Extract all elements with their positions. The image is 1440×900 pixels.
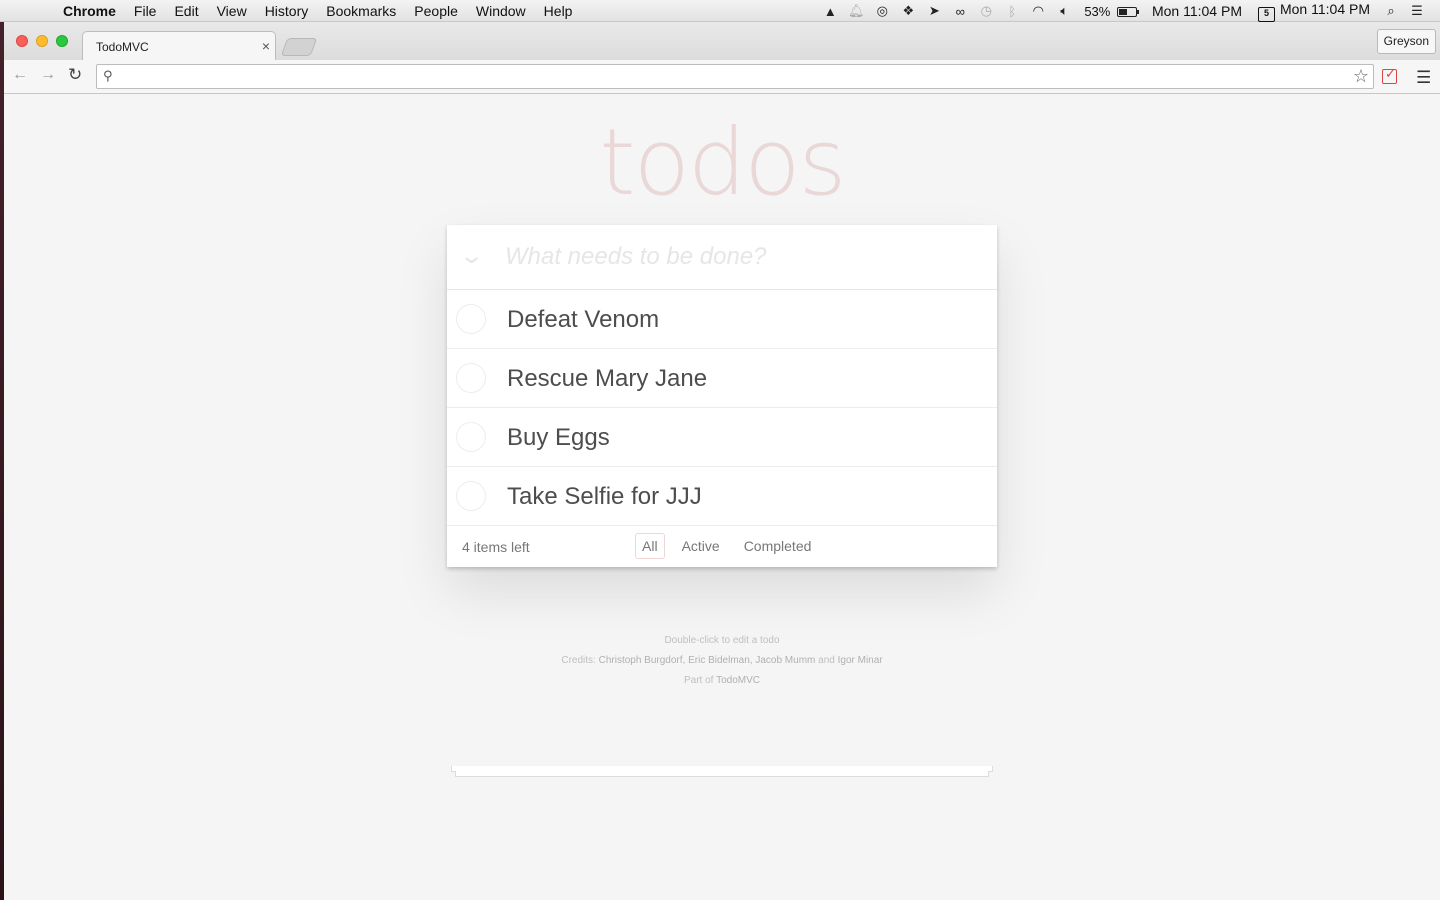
address-input[interactable]: [123, 67, 1343, 86]
todo-checkbox[interactable]: [456, 363, 486, 393]
airmail-icon[interactable]: ➤: [921, 3, 947, 19]
menu-edit[interactable]: Edit: [165, 3, 207, 19]
todo-list: Defeat Venom Rescue Mary Jane Buy Eggs T…: [447, 290, 997, 526]
items-left-count: 4 items left: [462, 539, 530, 555]
todo-checkbox[interactable]: [456, 304, 486, 334]
battery-status[interactable]: 53%: [1077, 4, 1144, 19]
paper-stack-layer: [455, 771, 989, 777]
credits-prefix: Credits:: [561, 655, 596, 666]
battery-icon: [1116, 6, 1139, 17]
menu-window[interactable]: Window: [467, 3, 535, 19]
todo-header: ⌄: [447, 225, 997, 290]
menu-clock-left[interactable]: Mon 11:04 PM: [1144, 3, 1250, 19]
info-footer: Double-click to edit a todo Credits: Chr…: [4, 631, 1440, 691]
todomvc-link[interactable]: TodoMVC: [716, 675, 760, 686]
todo-checkbox[interactable]: [456, 422, 486, 452]
chrome-menu-icon[interactable]: ☰: [1416, 68, 1431, 88]
bookmark-star-icon[interactable]: ☆: [1353, 66, 1369, 87]
filter-tabs: All Active Completed: [630, 533, 823, 559]
todo-label[interactable]: Buy Eggs: [507, 424, 610, 452]
menu-view[interactable]: View: [208, 3, 256, 19]
profile-button[interactable]: Greyson: [1376, 29, 1436, 54]
calendar-icon: 5: [1257, 6, 1275, 22]
todo-item[interactable]: Take Selfie for JJJ: [447, 467, 997, 526]
todo-item[interactable]: Rescue Mary Jane: [447, 349, 997, 408]
todo-footer: 4 items left All Active Completed: [447, 526, 997, 567]
todo-label[interactable]: Take Selfie for JJJ: [507, 483, 702, 511]
app-title: todos: [599, 109, 847, 216]
time-machine-icon[interactable]: ◷: [973, 3, 999, 19]
google-drive-icon[interactable]: ▲: [817, 4, 843, 19]
glasses-icon[interactable]: ∞: [947, 4, 973, 19]
edit-hint: Double-click to edit a todo: [664, 635, 780, 646]
window-minimize-button[interactable]: [36, 35, 48, 47]
todo-label[interactable]: Rescue Mary Jane: [507, 365, 707, 393]
todo-checkbox[interactable]: [456, 481, 486, 511]
omnibox-search-icon: ⚲: [103, 68, 113, 83]
credits-last-link[interactable]: Igor Minar: [838, 655, 883, 666]
menu-history[interactable]: History: [256, 3, 318, 19]
filter-active[interactable]: Active: [675, 533, 727, 559]
browser-tab-strip: TodoMVC × Greyson: [4, 22, 1440, 60]
menu-help[interactable]: Help: [535, 3, 582, 19]
address-bar[interactable]: ⚲ ☆: [96, 64, 1374, 89]
spotlight-search-icon[interactable]: ⌕: [1378, 3, 1404, 19]
creative-cloud-icon[interactable]: ◎: [869, 3, 895, 19]
browser-toolbar: ← → ↻ ⚲ ☆ ☰: [4, 60, 1440, 94]
credits-line: Credits: Christoph Burgdorf, Eric Bidelm…: [4, 651, 1440, 671]
todo-app: ⌄ Defeat Venom Rescue Mary Jane Buy Eggs: [447, 225, 997, 567]
todoist-extension-icon[interactable]: [1382, 66, 1397, 84]
battery-fill: [1118, 8, 1127, 15]
filter-all[interactable]: All: [635, 533, 665, 559]
tab-close-icon[interactable]: ×: [262, 38, 270, 54]
part-of-line: Part of TodoMVC: [4, 671, 1440, 691]
menu-clock-right[interactable]: 5 Mon 11:04 PM: [1250, 1, 1378, 22]
battery-percent: 53%: [1084, 3, 1111, 19]
menu-clock-right-text: Mon 11:04 PM: [1279, 0, 1370, 17]
dropbox-icon[interactable]: ❖: [895, 3, 921, 19]
notification-center-icon[interactable]: ☰: [1404, 3, 1430, 19]
credits-names-link[interactable]: Christoph Burgdorf, Eric Bidelman, Jacob…: [599, 655, 816, 666]
window-maximize-button[interactable]: [56, 35, 68, 47]
todo-item[interactable]: Buy Eggs: [447, 408, 997, 467]
new-tab-button[interactable]: [280, 38, 318, 56]
macos-menu-bar: Chrome File Edit View History Bookmarks …: [0, 0, 1440, 22]
part-of-prefix: Part of: [684, 675, 714, 686]
filter-completed[interactable]: Completed: [737, 533, 819, 559]
tab-title: TodoMVC: [96, 40, 149, 54]
volume-icon[interactable]: 🔈︎: [1051, 3, 1077, 19]
forward-arrow-icon[interactable]: →: [40, 66, 56, 84]
new-todo-input[interactable]: [505, 239, 975, 275]
bluetooth-icon[interactable]: ᛒ: [999, 4, 1025, 19]
page-content: todos ⌄ Defeat Venom Rescue Mary Jane Bu…: [4, 95, 1440, 900]
wifi-icon[interactable]: ◠: [1025, 3, 1051, 19]
reload-icon[interactable]: ↻: [68, 65, 82, 85]
credits-and: and: [818, 655, 835, 666]
menu-bar-status-area: ▲ 🔔︎ ◎ ❖ ➤ ∞ ◷ ᛒ ◠ 🔈︎ 53% Mon 11:04 PM 5…: [817, 0, 1440, 22]
menu-app-name[interactable]: Chrome: [54, 3, 125, 19]
back-arrow-icon[interactable]: ←: [12, 66, 28, 84]
todo-item[interactable]: Defeat Venom: [447, 290, 997, 349]
browser-tab-active[interactable]: TodoMVC ×: [82, 31, 276, 60]
toggle-all-chevron-icon[interactable]: ⌄: [459, 243, 490, 269]
notification-bell-icon[interactable]: 🔔︎: [843, 3, 869, 19]
browser-window: TodoMVC × Greyson ← → ↻ ⚲ ☆ ☰ todos ⌄: [4, 22, 1440, 900]
menu-people[interactable]: People: [405, 3, 467, 19]
menu-file[interactable]: File: [125, 3, 166, 19]
menu-bookmarks[interactable]: Bookmarks: [317, 3, 405, 19]
todo-label[interactable]: Defeat Venom: [507, 306, 659, 334]
window-close-button[interactable]: [16, 35, 28, 47]
